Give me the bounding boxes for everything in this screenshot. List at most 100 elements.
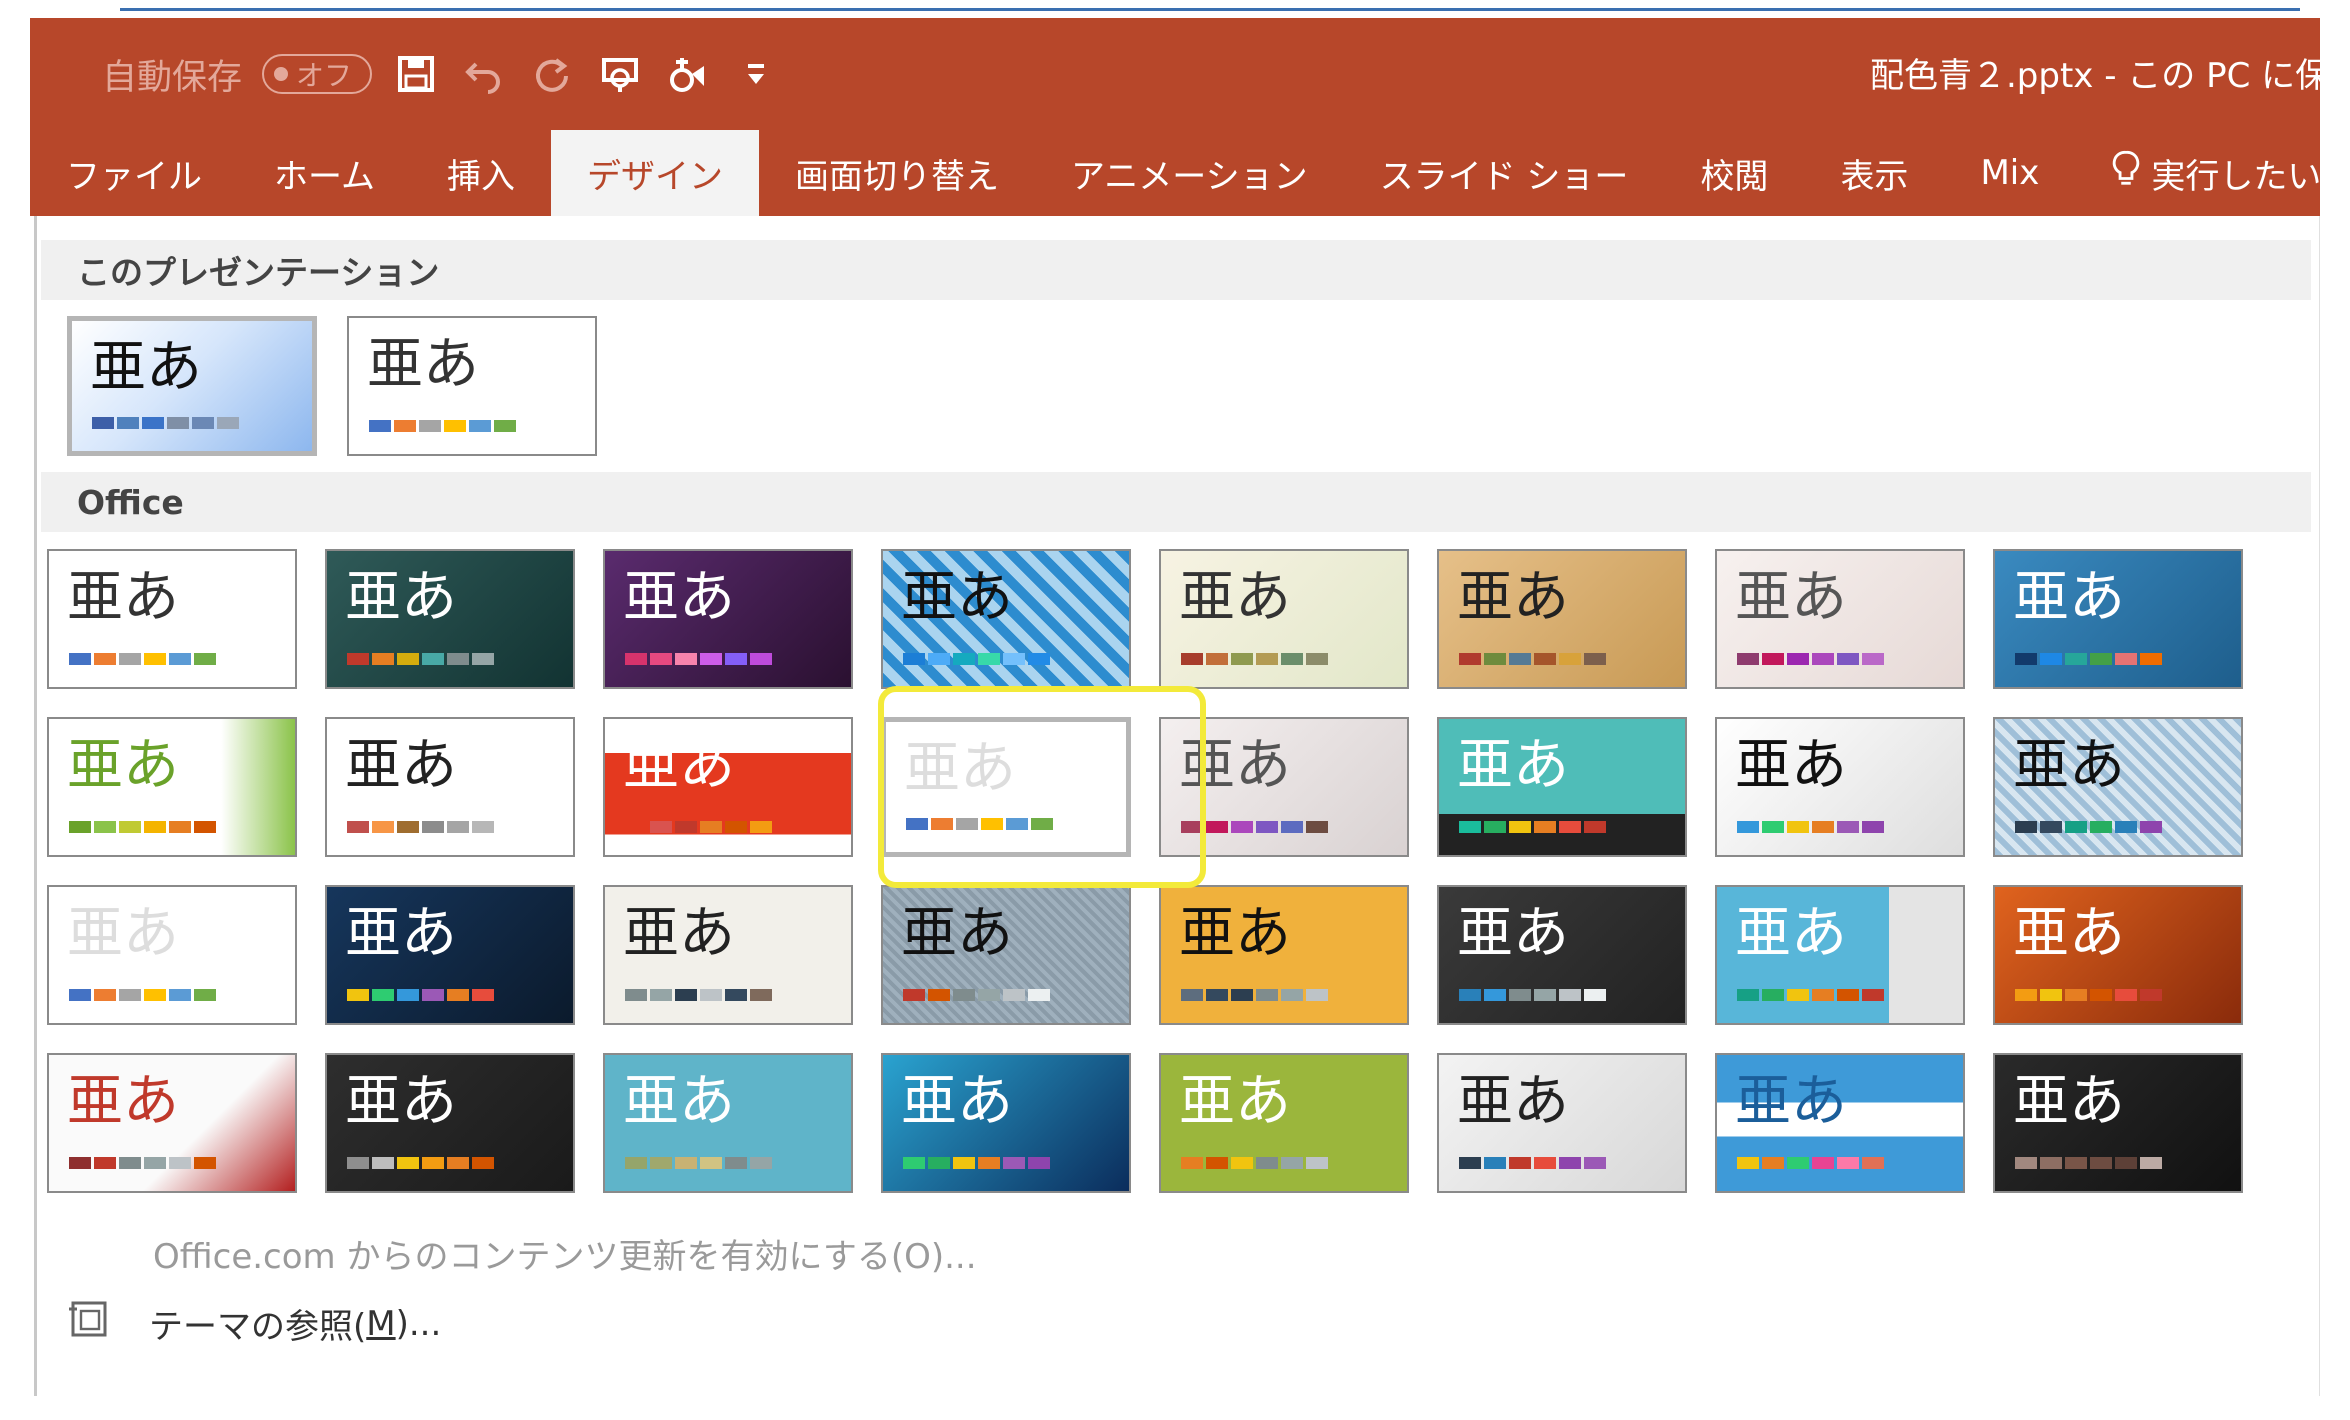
theme-thumb-sky[interactable]: 亜あ [1715,885,1965,1025]
theme-thumb-paper[interactable]: 亜あ [1159,549,1409,689]
theme-thumb-text: 亜あ [1457,901,1569,966]
autosave-label: 自動保存 [102,57,243,98]
touch-mode-icon[interactable] [664,50,712,98]
save-icon[interactable] [392,50,440,98]
theme-thumb-text: 亜あ [2013,565,2125,630]
theme-thumb-droplet[interactable]: 亜あ [1715,717,1965,857]
browse-themes-suffix: )... [395,1303,442,1344]
tab-label: アニメーション [1070,156,1308,197]
tab-label: 画面切り替え [794,156,999,197]
browse-folder-icon [67,1299,111,1348]
tell-me-box[interactable]: 実行したい [2075,130,2350,216]
customize-qat-icon[interactable] [732,50,780,98]
theme-thumb-text: 亜あ [623,733,735,798]
browse-themes-item[interactable]: テーマの参照(M)... [67,1299,441,1348]
theme-thumb-mauve[interactable]: 亜あ [1159,717,1409,857]
theme-color-swatches [1181,653,1331,665]
theme-thumb-text: 亜あ [67,565,179,630]
tab-file[interactable]: ファイル [30,130,238,216]
theme-thumb-integral[interactable]: 亜あ [325,717,575,857]
theme-thumb-gray-texture[interactable]: 亜あ [881,885,1131,1025]
theme-thumb-aqua[interactable]: 亜あ [603,1053,853,1193]
tab-mix[interactable]: Mix [1944,130,2075,216]
theme-thumb-dark-teal[interactable]: 亜あ [325,549,575,689]
theme-color-swatches [1459,821,1609,833]
theme-thumb-charcoal[interactable]: 亜あ [1437,885,1687,1025]
enable-office-updates-link[interactable]: Office.com からのコンテンツ更新を有効にする(O)... [153,1229,977,1278]
theme-thumb-facet[interactable]: 亜あ [47,717,297,857]
theme-thumb-swoosh[interactable]: 亜あ [1437,1053,1687,1193]
theme-thumb-blue-gradient[interactable]: 亜あ [881,1053,1131,1193]
theme-color-swatches [2015,653,2165,665]
theme-thumb-text: 亜あ [1179,1069,1291,1134]
theme-thumb-purple[interactable]: 亜あ [603,549,853,689]
theme-color-swatches [903,1157,1053,1169]
theme-thumb-text: 亜あ [1179,733,1291,798]
themes-gallery-panel: このプレゼンテーション 亜あ 亜あ Office 亜あ 亜あ 亜あ 亜あ 亜あ 亜あ 亜あ亜… [34,216,2320,1396]
theme-thumb-text: 亜あ [1457,565,1569,630]
tab-slideshow[interactable]: スライド ショー [1344,130,1665,216]
theme-thumb-red-block[interactable]: 亜あ [603,717,853,857]
section-header-this-presentation: このプレゼンテーション [41,240,2311,300]
theme-color-swatches [69,989,219,1001]
tab-label: ファイル [66,156,202,197]
theme-color-swatches [906,818,1056,830]
tab-review[interactable]: 校閲 [1664,130,1804,216]
undo-icon[interactable] [460,50,508,98]
theme-color-swatches [1181,821,1331,833]
tab-transitions[interactable]: 画面切り替え [759,130,1035,216]
theme-thumb-brown-dark[interactable]: 亜あ [1993,1053,2243,1193]
theme-thumb-text: 亜あ [345,1069,457,1134]
theme-thumb-wood[interactable]: 亜あ [1437,549,1687,689]
browse-themes-accesskey: M [366,1303,396,1344]
theme-color-swatches [347,1157,497,1169]
theme-thumb-text: 亜あ [1457,1069,1569,1134]
theme-thumb-text: 亜あ [1179,565,1291,630]
theme-thumb-current-1[interactable]: 亜あ [67,316,317,456]
theme-color-swatches [92,417,242,429]
theme-thumb-pink[interactable]: 亜あ [1715,549,1965,689]
lightbulb-icon [2111,150,2141,197]
redo-icon[interactable] [528,50,576,98]
theme-thumb-text: 亜あ [345,565,457,630]
theme-thumb-office[interactable]: 亜あ [47,549,297,689]
theme-thumb-pattern-blue[interactable]: 亜あ [881,549,1131,689]
theme-color-swatches [1737,821,1887,833]
tab-design[interactable]: デザイン [550,130,759,216]
autosave-toggle[interactable]: オフ [262,54,373,94]
theme-thumb-text: 亜あ [623,901,735,966]
tab-animations[interactable]: アニメーション [1035,130,1344,216]
theme-thumb-light-blank[interactable]: 亜あ [47,885,297,1025]
theme-color-swatches [625,653,775,665]
theme-color-swatches [69,821,219,833]
theme-color-swatches [625,989,775,1001]
theme-thumb-blue-band[interactable]: 亜あ [1715,1053,1965,1193]
theme-color-swatches [2015,989,2165,1001]
theme-color-swatches [2015,821,2165,833]
theme-thumb-navy[interactable]: 亜あ [325,885,575,1025]
theme-color-swatches [903,653,1053,665]
theme-thumb-frame[interactable]: 亜あ [603,885,853,1025]
theme-thumb-green[interactable]: 亜あ [1159,1053,1409,1193]
quick-access-toolbar: 自動保存 オフ [102,48,780,100]
present-from-start-icon[interactable] [596,50,644,98]
tab-home[interactable]: ホーム [238,130,411,216]
theme-thumb-dark-gold[interactable]: 亜あ [325,1053,575,1193]
theme-color-swatches [1737,653,1887,665]
theme-color-swatches [347,653,497,665]
theme-thumb-current-2[interactable]: 亜あ [347,316,597,456]
theme-color-swatches [69,653,219,665]
theme-thumb-text: 亜あ [67,901,179,966]
theme-thumb-orange-dark[interactable]: 亜あ [1993,885,2243,1025]
theme-thumb-text: 亜あ [90,335,202,400]
theme-thumb-orange-circle[interactable]: 亜あ [1159,885,1409,1025]
theme-thumb-red-paper[interactable]: 亜あ [47,1053,297,1193]
theme-thumb-teal-dark[interactable]: 亜あ [1437,717,1687,857]
tab-view[interactable]: 表示 [1804,130,1944,216]
tell-me-label: 実行したい [2151,156,2322,197]
theme-thumb-ion-blue[interactable]: 亜あ [1993,549,2243,689]
tab-insert[interactable]: 挿入 [411,130,551,216]
theme-thumb-floral[interactable]: 亜あ [1993,717,2243,857]
window-top-edge [0,0,2350,18]
theme-thumb-selected-blank[interactable]: 亜あ [881,717,1131,857]
